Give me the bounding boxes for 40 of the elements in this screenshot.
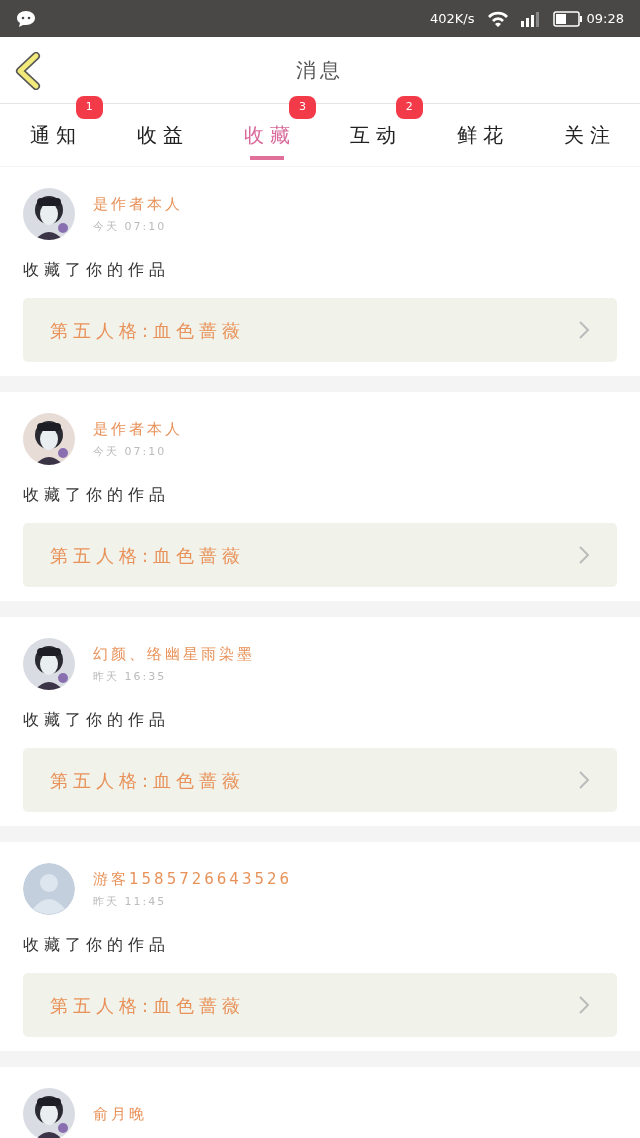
default-avatar-icon xyxy=(23,863,75,915)
work-link[interactable]: 第五人格:血色蔷薇 xyxy=(23,973,617,1037)
wifi-icon xyxy=(486,10,509,27)
tab[interactable]: 鲜花 xyxy=(451,116,509,154)
chevron-right-icon xyxy=(578,545,590,565)
user-name[interactable]: 是作者本人 xyxy=(93,192,183,215)
message-text: 收藏了你的作品 xyxy=(23,709,171,731)
count-badge: 1 xyxy=(75,96,103,119)
clock: 09:28 xyxy=(586,9,624,28)
count-badge: 2 xyxy=(395,96,423,119)
message-time: 今天 07:10 xyxy=(93,444,168,460)
count-badge: 3 xyxy=(289,96,316,119)
page-title: 消息 xyxy=(296,57,344,84)
user-name[interactable]: 幻颜、络幽星雨染墨 xyxy=(93,642,255,665)
tab[interactable]: 关注 xyxy=(557,116,616,154)
back-icon xyxy=(14,52,42,90)
user-name[interactable]: 俞月晚 xyxy=(93,1102,147,1126)
message-text: 收藏了你的作品 xyxy=(23,934,171,956)
tab-underline xyxy=(249,156,284,160)
signal-icon xyxy=(520,10,541,27)
message-text: 收藏了你的作品 xyxy=(23,484,171,506)
work-link[interactable]: 第五人格:血色蔷薇 xyxy=(23,298,617,362)
tab[interactable]: 收藏 xyxy=(237,116,296,154)
work-link[interactable]: 第五人格:血色蔷薇 xyxy=(23,523,617,587)
tab[interactable]: 互动 xyxy=(344,116,403,154)
battery-icon xyxy=(552,10,583,27)
tab[interactable]: 通知 xyxy=(24,116,83,154)
chevron-right-icon xyxy=(578,995,590,1015)
chevron-right-icon xyxy=(578,770,590,790)
user-name[interactable]: 是作者本人 xyxy=(93,417,183,440)
tab[interactable]: 收益 xyxy=(131,116,189,154)
message-time: 昨天 11:45 xyxy=(93,894,168,910)
chevron-right-icon xyxy=(578,320,590,340)
user-name[interactable]: 游客1585726643526 xyxy=(93,867,293,890)
work-link[interactable]: 第五人格:血色蔷薇 xyxy=(23,748,617,812)
message-time: 今天 07:10 xyxy=(93,219,168,235)
chat-bubble-icon xyxy=(16,9,36,28)
message-time: 昨天 16:35 xyxy=(93,669,168,685)
message-text: 收藏了你的作品 xyxy=(23,259,171,281)
network-speed: 402K/s xyxy=(430,9,475,28)
